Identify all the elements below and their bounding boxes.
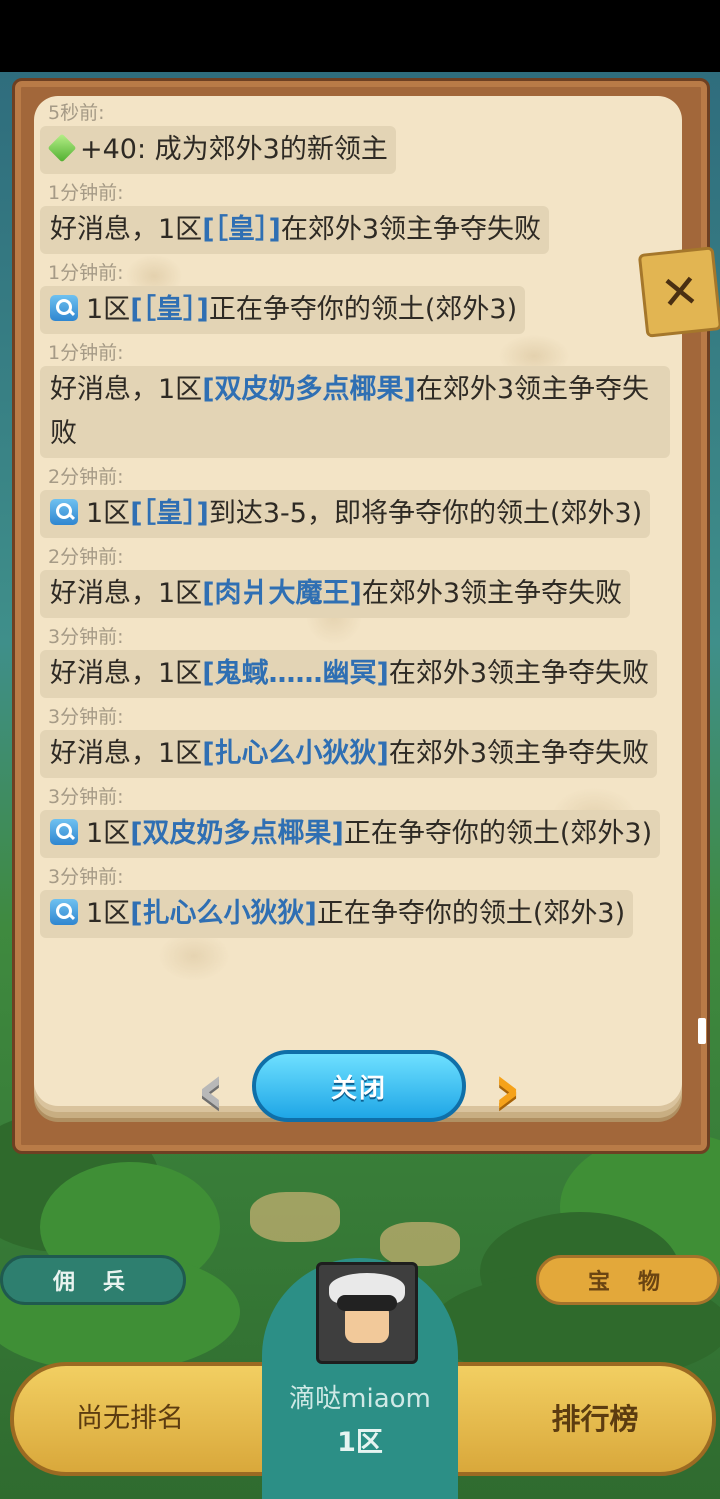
log-time: 1分钟前: <box>48 342 124 364</box>
log-entry: 2分钟前: 好消息，1区[肉爿大魔王]在郊外3领主争夺失败 <box>40 544 690 618</box>
log-text: 在郊外3领主争夺失败 <box>280 214 542 245</box>
log-message: 好消息，1区[［皇］]在郊外3领主争夺失败 <box>40 206 550 254</box>
player-link[interactable]: [肉爿大魔王] <box>202 578 362 609</box>
player-link[interactable]: [扎心么小狄狄] <box>130 898 317 929</box>
player-link[interactable]: [双皮奶多点椰果] <box>130 818 344 849</box>
log-entry: 1分钟前: 好消息，1区[［皇］]在郊外3领主争夺失败 <box>40 180 690 254</box>
log-message: 1区[［皇］]到达3-5，即将争夺你的领土(郊外3) <box>40 490 651 538</box>
log-text: 好消息，1区 <box>50 374 203 405</box>
player-link[interactable]: [鬼蜮……幽冥] <box>202 658 389 689</box>
log-time: 5秒前: <box>48 102 105 124</box>
chevron-right-icon: › <box>492 1048 522 1130</box>
log-time: 3分钟前: <box>48 706 124 728</box>
log-text: 在郊外3领主争夺失败 <box>388 658 650 689</box>
log-time: 3分钟前: <box>48 866 124 888</box>
log-text: 在郊外3领主争夺失败 <box>388 738 650 769</box>
log-text: +40: 成为郊外3的新领主 <box>80 134 388 165</box>
avatar[interactable] <box>316 1262 418 1364</box>
log-time: 1分钟前: <box>48 262 124 284</box>
log-message: +40: 成为郊外3的新领主 <box>40 126 396 174</box>
log-entry: 3分钟前: 好消息，1区[扎心么小狄狄]在郊外3领主争夺失败 <box>40 704 690 778</box>
log-time: 3分钟前: <box>48 626 124 648</box>
search-icon[interactable] <box>50 295 78 321</box>
player-zone: 1区 <box>337 1427 383 1458</box>
leaderboard-button[interactable]: 排行榜 <box>500 1396 690 1438</box>
next-page-button[interactable]: › <box>476 1052 538 1126</box>
log-message: 好消息，1区[扎心么小狄狄]在郊外3领主争夺失败 <box>40 730 658 778</box>
gem-icon <box>47 133 77 163</box>
close-x-button[interactable]: ✕ <box>637 246 720 338</box>
log-time: 3分钟前: <box>48 786 124 808</box>
close-icon: ✕ <box>658 263 702 321</box>
search-icon[interactable] <box>50 819 78 845</box>
player-link[interactable]: [［皇］] <box>202 214 281 245</box>
log-text: 1区 <box>86 498 131 529</box>
log-entry: 1分钟前: 1区[［皇］]正在争夺你的领土(郊外3) <box>40 260 690 334</box>
log-entry: 5秒前: +40: 成为郊外3的新领主 <box>40 100 690 174</box>
log-list[interactable]: 5秒前: +40: 成为郊外3的新领主 1分钟前: 好消息，1区[［皇］]在郊外3领主… <box>40 100 690 1048</box>
log-text: 好消息，1区 <box>50 214 203 245</box>
log-time: 1分钟前: <box>48 182 124 204</box>
log-entry: 2分钟前: 1区[［皇］]到达3-5，即将争夺你的领土(郊外3) <box>40 464 690 538</box>
prev-page-button[interactable]: ‹ <box>180 1052 242 1126</box>
log-time: 2分钟前: <box>48 466 124 488</box>
log-message: 1区[双皮奶多点椰果]正在争夺你的领土(郊外3) <box>40 810 661 858</box>
log-entry: 3分钟前: 1区[扎心么小狄狄]正在争夺你的领土(郊外3) <box>40 864 690 938</box>
log-message: 1区[扎心么小狄狄]正在争夺你的领土(郊外3) <box>40 890 634 938</box>
log-text: 1区 <box>86 898 131 929</box>
log-text: 好消息，1区 <box>50 658 203 689</box>
player-link[interactable]: [双皮奶多点椰果] <box>202 374 416 405</box>
log-message: 好消息，1区[双皮奶多点椰果]在郊外3领主争夺失败 <box>40 366 670 458</box>
log-text: 到达3-5，即将争夺你的领土(郊外3) <box>208 498 643 529</box>
log-text: 正在争夺你的领土(郊外3) <box>208 294 518 325</box>
log-text: 正在争夺你的领土(郊外3) <box>316 898 626 929</box>
player-name: 滴哒miaom <box>289 1384 431 1414</box>
log-text: 正在争夺你的领土(郊外3) <box>343 818 653 849</box>
log-entry: 1分钟前: 好消息，1区[双皮奶多点椰果]在郊外3领主争夺失败 <box>40 340 690 458</box>
rank-status[interactable]: 尚无排名 <box>30 1396 230 1435</box>
mercenary-button[interactable]: 佣兵 <box>0 1255 186 1305</box>
log-text: 在郊外3领主争夺失败 <box>361 578 623 609</box>
close-button[interactable]: 关闭 <box>252 1050 466 1122</box>
log-text: 1区 <box>86 294 131 325</box>
log-text: 1区 <box>86 818 131 849</box>
player-link[interactable]: [扎心么小狄狄] <box>202 738 389 769</box>
player-link[interactable]: [［皇］] <box>130 498 209 529</box>
scrollbar[interactable] <box>698 1018 706 1044</box>
player-link[interactable]: [［皇］] <box>130 294 209 325</box>
log-entry: 3分钟前: 1区[双皮奶多点椰果]正在争夺你的领土(郊外3) <box>40 784 690 858</box>
search-icon[interactable] <box>50 899 78 925</box>
log-message: 好消息，1区[鬼蜮……幽冥]在郊外3领主争夺失败 <box>40 650 658 698</box>
log-text: 好消息，1区 <box>50 738 203 769</box>
search-icon[interactable] <box>50 499 78 525</box>
chevron-left-icon: ‹ <box>196 1048 226 1130</box>
log-entry: 3分钟前: 好消息，1区[鬼蜮……幽冥]在郊外3领主争夺失败 <box>40 624 690 698</box>
treasure-button[interactable]: 宝物 <box>536 1255 720 1305</box>
log-time: 2分钟前: <box>48 546 124 568</box>
log-text: 好消息，1区 <box>50 578 203 609</box>
log-message: 好消息，1区[肉爿大魔王]在郊外3领主争夺失败 <box>40 570 631 618</box>
log-message: 1区[［皇］]正在争夺你的领土(郊外3) <box>40 286 526 334</box>
